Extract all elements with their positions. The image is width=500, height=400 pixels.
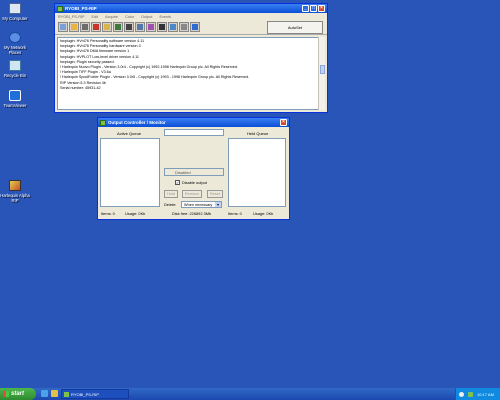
active-queue-label: Active Queue	[117, 131, 142, 136]
toolbar-button-3[interactable]	[80, 22, 90, 32]
delete-label: Delete:	[164, 202, 177, 207]
desktop-icon-my-computer[interactable]: My Computer	[0, 3, 30, 21]
desktop-icon-label: Harlequin Alpha RIP	[0, 193, 30, 203]
top-status-field	[164, 129, 224, 136]
queue-icon	[126, 24, 132, 30]
network-icon	[9, 32, 21, 43]
menu-color[interactable]: Color	[125, 15, 134, 19]
active-items: Items: 0	[101, 211, 115, 216]
delete-dropdown[interactable]: When necessary ▾	[181, 201, 222, 208]
menu-output[interactable]: Output	[141, 15, 152, 19]
toolbar-button-5[interactable]	[102, 22, 112, 32]
held-usage: Usage: 0Kb	[253, 211, 274, 216]
toolbar-button-4[interactable]	[91, 22, 101, 32]
chevron-down-icon: ▾	[215, 202, 221, 207]
disk-free: Disk free: 226892.3Mb	[172, 211, 212, 216]
scrollbar-thumb[interactable]	[320, 65, 325, 74]
toolbar-button-6[interactable]	[113, 22, 123, 32]
autoset-button[interactable]: AutoSet	[267, 21, 323, 34]
stop-icon	[93, 24, 99, 30]
reset-button[interactable]: Reset	[207, 190, 223, 198]
color-icon	[148, 24, 154, 30]
held-queue-list[interactable]	[228, 138, 286, 207]
toolbar-button-8[interactable]	[135, 22, 145, 32]
printer-icon	[82, 24, 88, 30]
menu-edit[interactable]: Edit	[92, 15, 99, 19]
recycle-bin-icon	[9, 60, 21, 71]
maximize-button[interactable]: □	[310, 5, 317, 12]
toolbar-button-10[interactable]	[157, 22, 167, 32]
desktop-icon-teamviewer[interactable]: TeamViewer	[0, 90, 30, 108]
hold-button[interactable]: Hold	[164, 190, 178, 198]
menu-bar: RYOBI_PS-RIP Edit Acquire Color Output E…	[55, 13, 327, 20]
app-icon	[100, 119, 106, 126]
disable-output-checkbox[interactable]: ✓	[175, 180, 180, 185]
output-controller-titlebar[interactable]: Output Controller / Monitor ×	[98, 118, 289, 127]
page-setup-icon	[170, 24, 176, 30]
desktop-icon-label: My Network Places	[3, 45, 27, 55]
rip-window: RYOBI_PS-RIP _ □ × RYOBI_PS-RIP Edit Acq…	[54, 3, 328, 113]
desktop-icon-label: Recycle Bin	[3, 73, 27, 78]
delete-selected-value: When necessary	[184, 202, 213, 207]
toolbar-button-12[interactable]	[179, 22, 189, 32]
window-title: RYOBI_PS-RIP	[65, 6, 97, 11]
toolbar-button-2[interactable]	[69, 22, 79, 32]
help-tray-icon[interactable]	[459, 391, 464, 397]
settings-icon	[60, 24, 66, 30]
remove-button[interactable]: Remove	[182, 190, 202, 198]
menu-ryobi[interactable]: RYOBI_PS-RIP	[58, 15, 85, 19]
desktop-icon-label: My Computer	[2, 16, 28, 21]
rip-log: hwplugin: HVr476 Personality software ve…	[57, 37, 319, 110]
toolbar-button-7[interactable]	[124, 22, 134, 32]
close-button[interactable]: ×	[280, 119, 287, 126]
output-controller-window: Output Controller / Monitor × Active Que…	[97, 117, 290, 220]
help-icon	[192, 24, 198, 30]
output-icon	[115, 24, 121, 30]
desktop-icon-recycle-bin[interactable]: Recycle Bin	[0, 60, 30, 78]
status-field: Disabled	[164, 168, 224, 176]
held-items: Items: 0	[228, 211, 242, 216]
taskbar: start RYOBI_PS-RIP 10:17 AM	[0, 388, 500, 400]
harlequin-rip-icon	[9, 180, 21, 191]
status-value: Disabled	[175, 170, 191, 175]
toolbar-button-1[interactable]	[58, 22, 68, 32]
held-queue-label: Held Queue	[247, 131, 269, 136]
toolbar-button-11[interactable]	[168, 22, 178, 32]
clock: 10:17 AM	[477, 391, 494, 397]
desktop-icon-label: TeamViewer	[3, 103, 27, 108]
disable-output-label: Disable output	[182, 180, 207, 185]
page-icon	[71, 24, 77, 30]
preview-icon	[181, 24, 187, 30]
system-tray: 10:17 AM	[455, 388, 500, 400]
toolbar-button-13[interactable]	[190, 22, 200, 32]
taskbar-item-rip[interactable]: RYOBI_PS-RIP	[61, 389, 129, 399]
app-icon	[57, 5, 63, 12]
browser-quicklaunch-icon[interactable]	[41, 390, 48, 397]
windows-logo-icon	[3, 391, 9, 397]
network-tray-icon[interactable]	[468, 391, 473, 397]
start-label: start	[11, 391, 25, 397]
font-icon	[159, 24, 165, 30]
desktop-icon-harlequin-rip[interactable]: Harlequin Alpha RIP	[0, 180, 30, 203]
computer-icon	[9, 3, 21, 14]
desktop-icon-network-places[interactable]: My Network Places	[0, 32, 30, 55]
log-line: Serial number: 45931-42	[60, 85, 101, 90]
folder-icon	[104, 24, 110, 30]
log-scrollbar[interactable]	[318, 37, 325, 110]
monitor-icon	[137, 24, 143, 30]
minimize-button[interactable]: _	[302, 5, 309, 12]
teamviewer-icon	[9, 90, 21, 101]
active-usage: Usage: 0Kb	[125, 211, 146, 216]
start-button[interactable]: start	[0, 388, 36, 400]
close-button[interactable]: ×	[318, 5, 325, 12]
toolbar-button-9[interactable]	[146, 22, 156, 32]
window-title: Output Controller / Monitor	[108, 120, 166, 125]
taskbar-item-label: RYOBI_PS-RIP	[71, 391, 99, 397]
rip-titlebar[interactable]: RYOBI_PS-RIP _ □ ×	[55, 4, 327, 13]
explorer-quicklaunch-icon[interactable]	[51, 390, 58, 397]
menu-acquire[interactable]: Acquire	[105, 15, 118, 19]
active-queue-list[interactable]	[100, 138, 160, 207]
app-icon	[64, 391, 69, 397]
menu-events[interactable]: Events	[159, 15, 171, 19]
